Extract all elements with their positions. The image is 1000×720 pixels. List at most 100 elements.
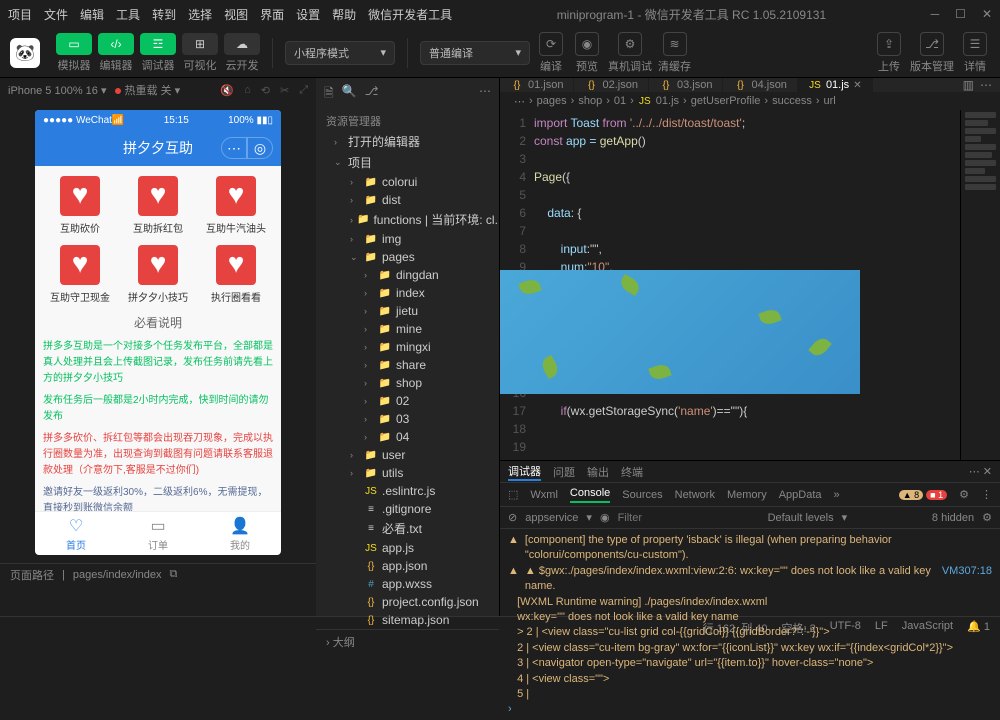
inspect-icon[interactable]: ⬚ bbox=[508, 488, 518, 501]
compile-dropdown[interactable]: 普通编译▾ bbox=[420, 41, 530, 65]
close-icon[interactable]: ✕ bbox=[982, 7, 992, 21]
outline-section[interactable]: › 大纲 bbox=[316, 629, 499, 654]
minimap[interactable] bbox=[960, 110, 1000, 460]
menu-ui[interactable]: 界面 bbox=[260, 6, 284, 23]
menu-goto[interactable]: 转到 bbox=[152, 6, 176, 23]
tree-item-02[interactable]: ›📁02 bbox=[316, 392, 499, 410]
dttab-debugger[interactable]: 调试器 bbox=[508, 463, 541, 481]
search-icon[interactable]: 🔍 bbox=[342, 84, 357, 105]
debugger-button[interactable]: ☲调试器 bbox=[140, 33, 176, 73]
tree-item-user[interactable]: ›📁user bbox=[316, 446, 499, 464]
grid-item[interactable]: 互助牛汽油头 bbox=[199, 176, 273, 235]
tab-home[interactable]: ♡首页 bbox=[35, 512, 117, 555]
tree-item-03[interactable]: ›📁03 bbox=[316, 410, 499, 428]
console-body[interactable]: ▲[component] the type of property 'isbac… bbox=[500, 529, 1000, 720]
tree-item-dingdan[interactable]: ›📁dingdan bbox=[316, 266, 499, 284]
hidden-count[interactable]: 8 hidden bbox=[932, 512, 974, 524]
tree-item-project-config-json[interactable]: {}project.config.json bbox=[316, 593, 499, 611]
gear-icon[interactable]: ⚙ bbox=[982, 511, 992, 524]
dttab-terminal[interactable]: 终端 bbox=[621, 464, 643, 480]
preview-button[interactable]: ◉预览 bbox=[572, 32, 602, 74]
tree-item-jietu[interactable]: ›📁jietu bbox=[316, 302, 499, 320]
tab-03json[interactable]: {}03.json bbox=[649, 78, 723, 92]
menu-settings[interactable]: 设置 bbox=[296, 6, 320, 23]
menu-wxdev[interactable]: 微信开发者工具 bbox=[368, 6, 452, 23]
menu-tool[interactable]: 工具 bbox=[116, 6, 140, 23]
cut-icon[interactable]: ✂ bbox=[280, 84, 289, 97]
clear-console-icon[interactable]: ⊘ bbox=[508, 511, 517, 524]
tree-item-pages[interactable]: ⌄📁pages bbox=[316, 248, 499, 266]
menu-view[interactable]: 视图 bbox=[224, 6, 248, 23]
dttab-problems[interactable]: 问题 bbox=[553, 464, 575, 480]
tree-item-04[interactable]: ›📁04 bbox=[316, 428, 499, 446]
files-icon[interactable]: 🗎 bbox=[324, 84, 334, 105]
tab-close-icon[interactable]: ✕ bbox=[853, 80, 861, 91]
compile-button[interactable]: ⟳编译 bbox=[536, 32, 566, 74]
menu-select[interactable]: 选择 bbox=[188, 6, 212, 23]
clearcache-button[interactable]: ≋清缓存 bbox=[658, 32, 691, 74]
maximize-icon[interactable]: ☐ bbox=[955, 7, 966, 21]
realdebug-button[interactable]: ⚙真机调试 bbox=[608, 32, 652, 74]
rotate-icon[interactable]: ⟲ bbox=[261, 84, 270, 97]
tree-item-dist[interactable]: ›📁dist bbox=[316, 191, 499, 209]
tree-item-functions---------cl---[interactable]: ›📁functions | 当前环境: cl... bbox=[316, 209, 499, 230]
grid-item[interactable]: 拼夕夕小技巧 bbox=[121, 245, 195, 304]
tree-item-shop[interactable]: ›📁shop bbox=[316, 374, 499, 392]
detail-button[interactable]: ☰详情 bbox=[960, 32, 990, 74]
tree-item-colorui[interactable]: ›📁colorui bbox=[316, 173, 499, 191]
warn-badge[interactable]: ▲ 8 ■ 1 bbox=[899, 489, 947, 501]
minimize-icon[interactable]: ─ bbox=[931, 7, 940, 21]
hotreload-toggle[interactable]: 热重载 关 ▾ bbox=[115, 82, 181, 98]
capsule-close-icon[interactable]: ◎ bbox=[247, 137, 273, 159]
grid-item[interactable]: 互助砍价 bbox=[43, 176, 117, 235]
subtab-sources[interactable]: Sources bbox=[622, 489, 662, 501]
tree-item-index[interactable]: ›📁index bbox=[316, 284, 499, 302]
mode-dropdown[interactable]: 小程序模式▾ bbox=[285, 41, 395, 65]
dt-more-icon[interactable]: ⋯ ✕ bbox=[969, 465, 992, 478]
tree-item-share[interactable]: ›📁share bbox=[316, 356, 499, 374]
tab-04json[interactable]: {}04.json bbox=[723, 78, 797, 92]
levels-dropdown[interactable]: Default levels bbox=[768, 512, 834, 524]
tab-02json[interactable]: {}02.json bbox=[574, 78, 648, 92]
eye-icon[interactable]: ◉ bbox=[600, 511, 610, 524]
editor-button[interactable]: ‹/›编辑器 bbox=[98, 33, 134, 73]
version-button[interactable]: ⎇版本管理 bbox=[910, 32, 954, 74]
tree-item-app-wxss[interactable]: #app.wxss bbox=[316, 575, 499, 593]
more-icon[interactable]: ⋯ bbox=[479, 84, 491, 105]
pagepath-value[interactable]: pages/index/index bbox=[73, 569, 162, 581]
visual-button[interactable]: ⊞可视化 bbox=[182, 33, 218, 73]
expand-icon[interactable]: ⤢ bbox=[299, 84, 308, 97]
device-select[interactable]: iPhone 5 100% 16 ▾ bbox=[8, 84, 107, 97]
dttab-output[interactable]: 输出 bbox=[587, 464, 609, 480]
dt-dock-icon[interactable]: ⋮ bbox=[981, 488, 992, 501]
tab-order[interactable]: ▭订单 bbox=[117, 512, 199, 555]
subtab-wxml[interactable]: Wxml bbox=[530, 489, 558, 501]
branch-icon[interactable]: ⎇ bbox=[365, 84, 379, 105]
tree-item-app-js[interactable]: JSapp.js bbox=[316, 539, 499, 557]
menu-help[interactable]: 帮助 bbox=[332, 6, 356, 23]
code-editor[interactable]: 12345678910111213141516171819 import Toa… bbox=[500, 110, 1000, 460]
subtab-console[interactable]: Console bbox=[570, 487, 610, 503]
subtab-network[interactable]: Network bbox=[675, 489, 715, 501]
tree-item--eslintrc-js[interactable]: JS.eslintrc.js bbox=[316, 482, 499, 500]
menu-edit[interactable]: 编辑 bbox=[80, 6, 104, 23]
tree-item-sitemap-json[interactable]: {}sitemap.json bbox=[316, 611, 499, 629]
open-editors[interactable]: ›打开的编辑器 bbox=[316, 131, 499, 152]
grid-item[interactable]: 互助守卫现金 bbox=[43, 245, 117, 304]
tree-item-mingxi[interactable]: ›📁mingxi bbox=[316, 338, 499, 356]
tree-item-mine[interactable]: ›📁mine bbox=[316, 320, 499, 338]
copy-icon[interactable]: ⧉ bbox=[170, 568, 178, 581]
cloud-button[interactable]: ☁云开发 bbox=[224, 33, 260, 73]
home-icon[interactable]: ⌂ bbox=[244, 84, 251, 97]
subtab-more-icon[interactable]: » bbox=[834, 489, 840, 501]
tab-01js[interactable]: JS01.js✕ bbox=[798, 78, 873, 92]
filter-input[interactable] bbox=[618, 512, 760, 524]
more-editor-icon[interactable]: ⋯ bbox=[980, 78, 992, 92]
tab-mine[interactable]: 👤我的 bbox=[199, 512, 281, 555]
menu-project[interactable]: 项目 bbox=[8, 6, 32, 23]
tree-item-app-json[interactable]: {}app.json bbox=[316, 557, 499, 575]
phone-body[interactable]: 互助砍价 互助拆红包 互助牛汽油头 互助守卫现金 拼夕夕小技巧 执行圈看看 必看… bbox=[35, 166, 281, 511]
subtab-memory[interactable]: Memory bbox=[727, 489, 767, 501]
tab-01json[interactable]: {}01.json bbox=[500, 78, 574, 92]
upload-button[interactable]: ⇪上传 bbox=[874, 32, 904, 74]
